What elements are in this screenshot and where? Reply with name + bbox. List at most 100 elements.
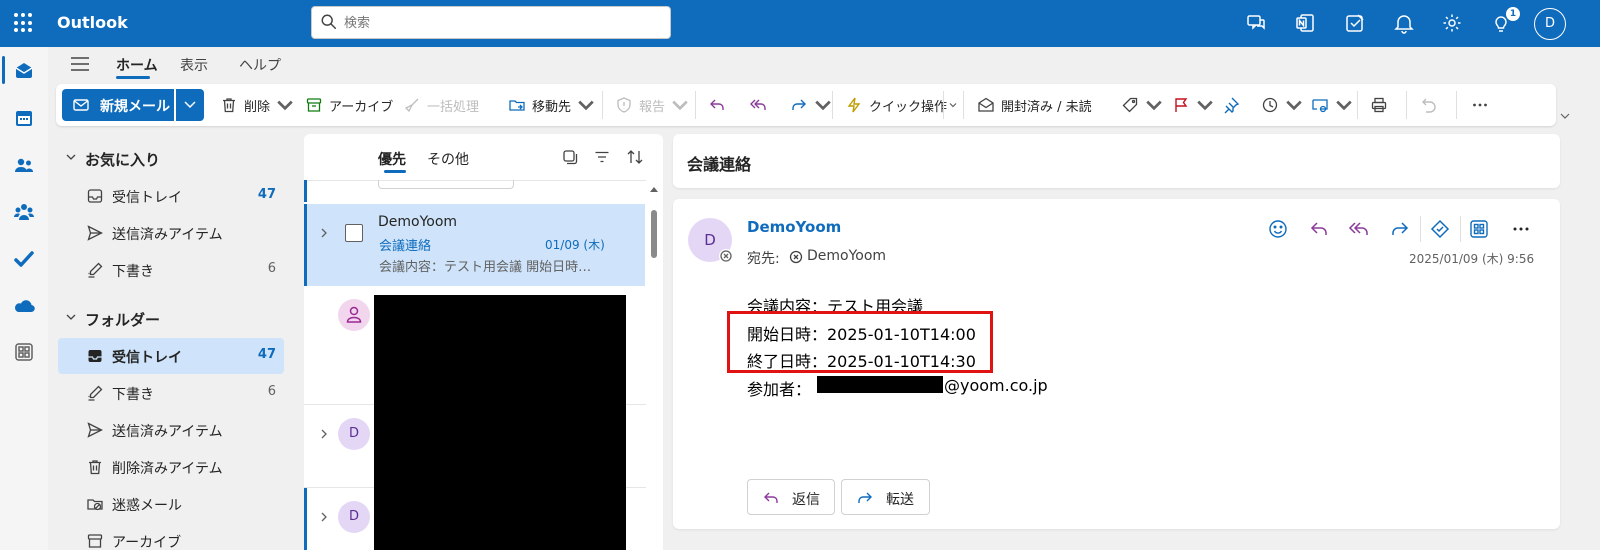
- chevron-down-icon: [1146, 100, 1162, 111]
- app-launcher-icon[interactable]: [14, 13, 34, 33]
- reply-all-button[interactable]: [1348, 218, 1370, 240]
- select-icon[interactable]: [561, 148, 579, 166]
- filter-icon[interactable]: [593, 148, 611, 166]
- loop-app-button[interactable]: [1429, 218, 1451, 240]
- groups-icon[interactable]: [12, 200, 36, 224]
- ribbon-separator: [1406, 91, 1407, 119]
- favorite-drafts[interactable]: 下書き 6: [58, 252, 284, 288]
- forward-button[interactable]: [1389, 218, 1411, 240]
- search-box[interactable]: [311, 6, 671, 39]
- new-mail-label: 新規メール: [100, 99, 170, 115]
- people-icon[interactable]: [12, 153, 36, 177]
- app-title[interactable]: Outlook: [57, 13, 128, 32]
- subject-card: [673, 134, 1560, 188]
- inbox-icon: [88, 350, 102, 362]
- tab-focused-underline: [384, 170, 406, 173]
- folder-inbox[interactable]: 受信トレイ 47: [58, 338, 284, 374]
- folder-deleted-items[interactable]: 削除済みアイテム: [58, 449, 284, 485]
- forward-footer-button[interactable]: 転送: [841, 479, 930, 515]
- forward-button[interactable]: [790, 95, 832, 115]
- tab-focused[interactable]: 優先: [378, 149, 406, 169]
- favorite-sent-items[interactable]: 送信済みアイテム: [58, 215, 284, 251]
- sweep-button[interactable]: 一括処理: [403, 95, 479, 115]
- more-options-button[interactable]: [1471, 95, 1489, 115]
- unread-count: 47: [257, 187, 276, 202]
- more-actions-button[interactable]: [1510, 218, 1532, 240]
- chevron-down-icon[interactable]: [66, 312, 76, 322]
- move-to-button[interactable]: 移動先: [508, 95, 595, 115]
- archive-button[interactable]: アーカイブ: [305, 95, 393, 115]
- delete-button[interactable]: 削除: [220, 95, 294, 115]
- reply-button[interactable]: [708, 95, 726, 115]
- tasks-icon[interactable]: [1344, 12, 1366, 34]
- flag-button[interactable]: [1172, 95, 1214, 115]
- report-button[interactable]: 報告: [615, 95, 689, 115]
- more-apps-icon[interactable]: [12, 340, 36, 364]
- reply-footer-button[interactable]: 返信: [747, 479, 835, 515]
- scrollbar-thumb[interactable]: [651, 210, 657, 258]
- favorites-header[interactable]: お気に入り: [85, 149, 160, 170]
- print-button[interactable]: [1370, 95, 1388, 115]
- archive-icon: [87, 534, 103, 548]
- sort-icon[interactable]: [626, 148, 644, 166]
- scroll-up-icon[interactable]: [650, 186, 658, 192]
- chevron-down-icon[interactable]: [949, 101, 957, 109]
- ribbon-separator: [1357, 91, 1358, 119]
- onedrive-icon[interactable]: [12, 294, 36, 318]
- hamburger-icon[interactable]: [70, 56, 90, 72]
- snooze-button[interactable]: [1261, 95, 1303, 115]
- message-checkbox[interactable]: [345, 224, 363, 242]
- folders-header[interactable]: フォルダー: [85, 309, 160, 330]
- tab-other[interactable]: その他: [427, 149, 469, 169]
- unread-indicator: [304, 488, 307, 550]
- rules-button[interactable]: [1311, 95, 1353, 115]
- read-unread-button[interactable]: 開封済み / 未読: [977, 95, 1092, 115]
- bell-icon[interactable]: [1393, 12, 1415, 34]
- recipient-name[interactable]: DemoYoom: [807, 248, 886, 264]
- folder-junk[interactable]: 迷惑メール: [58, 486, 284, 522]
- reply-button[interactable]: [1308, 218, 1330, 240]
- quick-steps-button[interactable]: クイック操作: [845, 95, 947, 115]
- pin-button[interactable]: [1222, 95, 1240, 115]
- folder-sent-items[interactable]: 送信済みアイテム: [58, 412, 284, 448]
- apps-button[interactable]: [1468, 218, 1490, 240]
- new-mail-button[interactable]: 新規メール: [62, 89, 174, 121]
- ribbon-separator: [602, 91, 603, 119]
- email-date: 2025/01/09 (木) 9:56: [1409, 252, 1535, 266]
- more-icon: [1473, 103, 1487, 107]
- tab-home[interactable]: ホーム: [116, 55, 158, 75]
- sweep-label: 一括処理: [427, 99, 480, 115]
- mail-icon[interactable]: [12, 58, 36, 82]
- account-avatar[interactable]: D: [1534, 8, 1566, 40]
- trash-icon: [89, 460, 101, 475]
- todo-icon[interactable]: [12, 247, 36, 271]
- tab-view[interactable]: 表示: [180, 55, 208, 75]
- new-mail-dropdown[interactable]: [176, 89, 204, 121]
- email-subject: 会議連絡: [687, 155, 752, 174]
- favorite-inbox[interactable]: 受信トレイ 47: [58, 178, 284, 214]
- chevron-down-icon[interactable]: [66, 152, 76, 162]
- folder-archive[interactable]: アーカイブ: [58, 523, 284, 550]
- folder-drafts[interactable]: 下書き 6: [58, 375, 284, 411]
- reply-all-button[interactable]: [749, 95, 767, 115]
- tab-help[interactable]: ヘルプ: [239, 55, 281, 75]
- sender-name[interactable]: DemoYoom: [747, 218, 841, 236]
- folder-label: 受信トレイ: [112, 350, 182, 366]
- forward-icon: [792, 99, 806, 110]
- undo-button[interactable]: [1420, 95, 1438, 115]
- chevron-right-icon[interactable]: [319, 512, 329, 522]
- onenote-icon[interactable]: [1294, 12, 1316, 34]
- calendar-icon[interactable]: [12, 106, 36, 130]
- chevron-down-icon: [184, 101, 196, 109]
- reply-icon: [1310, 222, 1327, 235]
- folder-label: 迷惑メール: [112, 498, 182, 514]
- emoji-react-button[interactable]: [1267, 218, 1289, 240]
- search-input[interactable]: [344, 11, 664, 35]
- folder-label: 送信済みアイテム: [112, 227, 223, 243]
- chevron-right-icon[interactable]: [319, 228, 329, 238]
- chat-icon[interactable]: [1245, 12, 1267, 34]
- ribbon-expand-icon[interactable]: [1560, 112, 1570, 120]
- gear-icon[interactable]: [1441, 12, 1463, 34]
- tag-button[interactable]: [1121, 95, 1163, 115]
- chevron-right-icon[interactable]: [319, 429, 329, 439]
